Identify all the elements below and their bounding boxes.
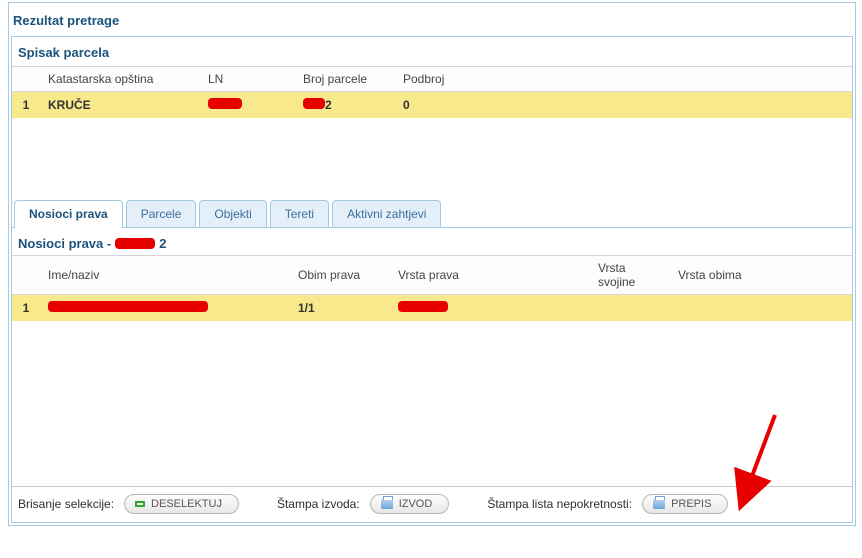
parcels-col-opstina: Katastarska opština — [40, 67, 200, 92]
tab-nosioci-prava[interactable]: Nosioci prava — [14, 200, 123, 228]
table-row[interactable]: 1 KRUČE 2 0 — [12, 92, 852, 119]
rights-col-vrsta: Vrsta prava — [390, 256, 590, 295]
parcel-rownum: 1 — [12, 92, 40, 119]
parcels-col-num — [12, 67, 40, 92]
parcels-header-row: Katastarska opština LN Broj parcele Podb… — [12, 67, 852, 92]
rights-header-row: Ime/naziv Obim prava Vrsta prava Vrsta s… — [12, 256, 852, 295]
stampa-izvoda-label: Štampa izvoda: — [277, 497, 360, 511]
rights-col-ime: Ime/naziv — [40, 256, 290, 295]
table-row[interactable]: 1 1/1 — [12, 295, 852, 322]
rights-title: Nosioci prava - 2 — [12, 228, 852, 255]
printer-icon — [653, 499, 665, 509]
tab-row: Nosioci prava Parcele Objekti Tereti Akt… — [12, 200, 852, 228]
tab-parcele[interactable]: Parcele — [126, 200, 197, 227]
results-title: Rezultat pretrage — [9, 3, 855, 36]
rights-svojine — [590, 295, 670, 322]
parcels-col-podbroj: Podbroj — [395, 67, 852, 92]
rights-ime — [40, 295, 290, 322]
prepis-label: PREPIS — [671, 498, 711, 510]
rights-obim: 1/1 — [290, 295, 390, 322]
parcel-opstina: KRUČE — [40, 92, 200, 119]
footer-bar: Brisanje selekcije: DESELEKTUJ Štampa iz… — [12, 486, 852, 522]
parcel-podbroj: 0 — [395, 92, 852, 119]
brisanje-label: Brisanje selekcije: — [18, 497, 114, 511]
printer-icon — [381, 499, 393, 509]
rights-col-svojine: Vrsta svojine — [590, 256, 670, 295]
rights-col-vobima: Vrsta obima — [670, 256, 852, 295]
parcels-table: Katastarska opština LN Broj parcele Podb… — [12, 66, 852, 118]
results-outer-panel: Rezultat pretrage Spisak parcela Katasta… — [8, 2, 856, 526]
prepis-button[interactable]: PREPIS — [642, 494, 728, 514]
tab-objekti[interactable]: Objekti — [199, 200, 266, 227]
rights-vrsta — [390, 295, 590, 322]
parcels-col-ln: LN — [200, 67, 295, 92]
results-inner-box: Spisak parcela Katastarska opština LN Br… — [11, 36, 853, 523]
redacted-rights-id — [115, 238, 155, 249]
parcels-spacer — [12, 118, 852, 198]
izvod-button[interactable]: IZVOD — [370, 494, 450, 514]
redacted-broj — [303, 98, 325, 109]
redacted-ime — [48, 301, 208, 312]
parcel-ln — [200, 92, 295, 119]
deselect-button[interactable]: DESELEKTUJ — [124, 494, 239, 514]
rights-vobima — [670, 295, 852, 322]
deselect-label: DESELEKTUJ — [151, 498, 222, 510]
redacted-vrsta — [398, 301, 448, 312]
tab-aktivni-zahtjevi[interactable]: Aktivni zahtjevi — [332, 200, 441, 227]
rights-table: Ime/naziv Obim prava Vrsta prava Vrsta s… — [12, 255, 852, 321]
rights-title-prefix: Nosioci prava - — [18, 236, 111, 251]
izvod-label: IZVOD — [399, 498, 433, 510]
stampa-lista-label: Štampa lista nepokretnosti: — [487, 497, 632, 511]
parcels-title: Spisak parcela — [12, 37, 852, 66]
rights-col-obim: Obim prava — [290, 256, 390, 295]
tab-tereti[interactable]: Tereti — [270, 200, 329, 227]
deselect-icon — [135, 501, 145, 507]
parcel-broj: 2 — [295, 92, 395, 119]
rights-col-num — [12, 256, 40, 295]
redacted-ln — [208, 98, 242, 109]
rights-spacer — [12, 321, 852, 486]
rights-rownum: 1 — [12, 295, 40, 322]
parcels-col-broj: Broj parcele — [295, 67, 395, 92]
